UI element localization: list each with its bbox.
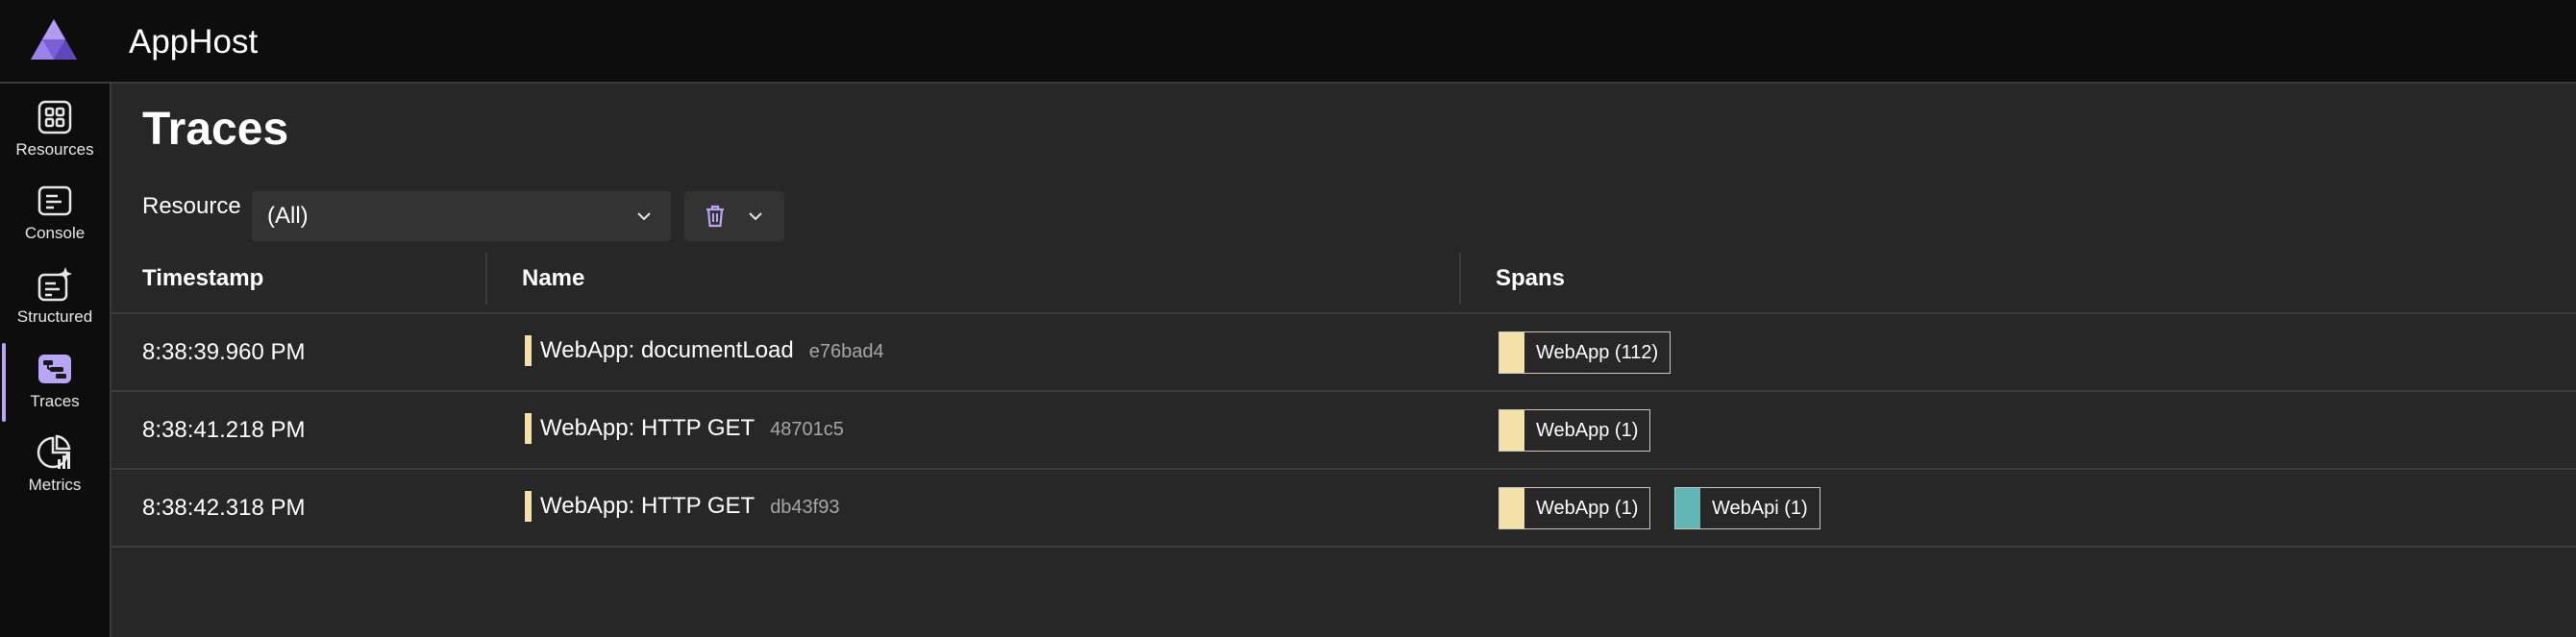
sidebar-item-metrics[interactable]: Metrics bbox=[0, 427, 110, 509]
trace-color-marker bbox=[525, 335, 532, 366]
trace-timestamp: 8:38:41.218 PM bbox=[142, 417, 306, 443]
trace-name-text: WebApp: HTTP GET bbox=[540, 415, 755, 441]
sidebar-item-label: Resources bbox=[15, 140, 94, 159]
span-tag-webapp[interactable]: WebApp (112) bbox=[1499, 331, 1672, 374]
table-row[interactable]: 8:38:41.218 PM WebApp: HTTP GET 48701c5 W… bbox=[111, 392, 2576, 470]
span-color-swatch bbox=[1499, 332, 1524, 373]
resource-select-value: (All) bbox=[267, 203, 309, 229]
trace-name[interactable]: WebApp: HTTP GET 48701c5 bbox=[540, 411, 844, 447]
sidebar: Resources Console Structured Traces Metr… bbox=[0, 84, 111, 637]
column-header-name[interactable]: Name bbox=[522, 262, 584, 295]
column-header-spans[interactable]: Spans bbox=[1496, 262, 1565, 295]
console-icon bbox=[37, 185, 72, 216]
trace-timestamp: 8:38:42.318 PM bbox=[142, 495, 306, 521]
trace-id: e76bad4 bbox=[808, 341, 884, 362]
span-label: WebApi (1) bbox=[1712, 498, 1808, 519]
traces-icon bbox=[38, 355, 71, 383]
trace-color-marker bbox=[525, 413, 532, 444]
trace-color-marker bbox=[525, 491, 532, 522]
span-color-swatch bbox=[1675, 488, 1700, 528]
trace-id: db43f93 bbox=[770, 497, 840, 518]
app-title: AppHost bbox=[129, 23, 259, 61]
trace-timestamp: 8:38:39.960 PM bbox=[142, 339, 306, 365]
sidebar-item-label: Metrics bbox=[28, 476, 82, 494]
top-bar: AppHost bbox=[0, 0, 2576, 84]
table-row[interactable]: 8:38:39.960 PM WebApp: documentLoad e76ba… bbox=[111, 314, 2576, 392]
page-title: Traces bbox=[142, 104, 289, 155]
chevron-down-icon bbox=[637, 212, 651, 221]
aspire-logo-icon[interactable] bbox=[29, 17, 79, 61]
metrics-icon bbox=[37, 434, 71, 469]
trace-name-text: WebApp: documentLoad bbox=[540, 337, 794, 363]
resources-icon bbox=[37, 100, 72, 135]
trash-icon bbox=[706, 205, 724, 228]
span-label: WebApp (112) bbox=[1536, 342, 1659, 363]
table-row[interactable]: 8:38:42.318 PM WebApp: HTTP GET db43f93 W… bbox=[111, 470, 2576, 548]
span-color-swatch bbox=[1499, 410, 1524, 451]
span-tag-webapp[interactable]: WebApp (1) bbox=[1499, 487, 1651, 529]
span-tag-webapp[interactable]: WebApp (1) bbox=[1499, 409, 1651, 452]
resource-select[interactable]: (All) bbox=[252, 191, 671, 241]
span-tag-webapi[interactable]: WebApi (1) bbox=[1674, 487, 1821, 529]
sidebar-item-label: Structured bbox=[16, 307, 93, 326]
span-label: WebApp (1) bbox=[1536, 420, 1639, 441]
column-divider[interactable] bbox=[1459, 253, 1461, 305]
sidebar-item-label: Console bbox=[24, 224, 86, 242]
sidebar-item-console[interactable]: Console bbox=[0, 175, 110, 257]
trace-name[interactable]: WebApp: documentLoad e76bad4 bbox=[540, 333, 884, 369]
column-header-timestamp[interactable]: Timestamp bbox=[142, 262, 263, 295]
sidebar-item-label: Traces bbox=[30, 392, 80, 410]
trace-id: 48701c5 bbox=[770, 419, 844, 440]
sidebar-item-structured[interactable]: Structured bbox=[0, 258, 110, 341]
chevron-down-icon bbox=[749, 212, 762, 221]
main-content: Traces Resource (All) Timestamp Name Spa… bbox=[111, 84, 2576, 637]
trace-name-text: WebApp: HTTP GET bbox=[540, 493, 755, 519]
table-header: Timestamp Name Spans bbox=[111, 243, 2576, 314]
resource-filter-label: Resource bbox=[142, 193, 241, 219]
structured-icon bbox=[37, 267, 72, 302]
sidebar-item-resources[interactable]: Resources bbox=[0, 91, 110, 174]
sidebar-item-traces[interactable]: Traces bbox=[0, 343, 110, 426]
clear-traces-button[interactable] bbox=[684, 191, 784, 241]
trace-name[interactable]: WebApp: HTTP GET db43f93 bbox=[540, 489, 839, 525]
span-color-swatch bbox=[1499, 488, 1524, 528]
column-divider[interactable] bbox=[485, 253, 487, 305]
span-label: WebApp (1) bbox=[1536, 498, 1639, 519]
